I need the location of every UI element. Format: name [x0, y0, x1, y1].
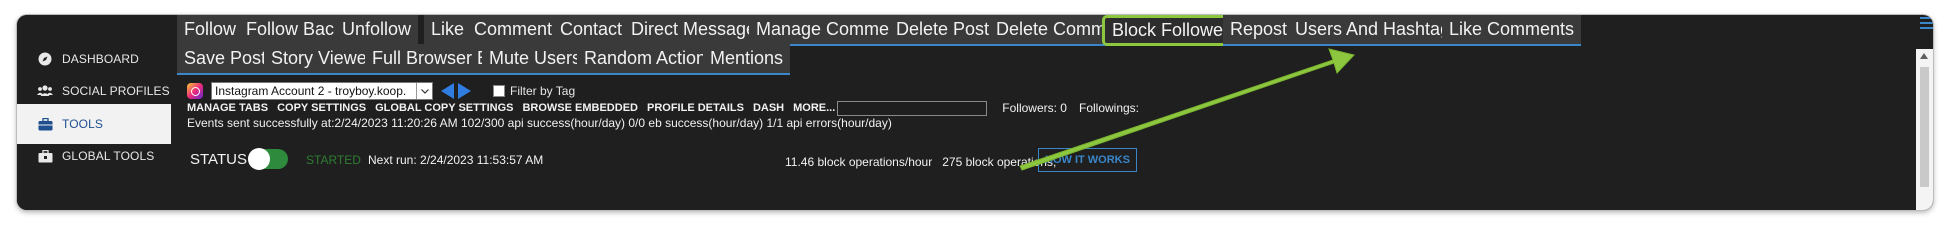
sidebar: DASHBOARD SOCIAL PROFILES TOOLS GLOBAL T… — [17, 15, 171, 210]
tab-comment[interactable]: Comment — [467, 15, 560, 46]
browse-embedded-link[interactable]: BROWSE EMBEDDED — [522, 102, 638, 114]
filter-by-tag-checkbox[interactable] — [493, 85, 505, 97]
tab-mute-users[interactable]: Mute Users — [482, 44, 589, 75]
scroll-up-icon[interactable] — [1920, 53, 1928, 59]
profile-details-link[interactable]: PROFILE DETAILS — [647, 102, 744, 114]
account-select-value: Instagram Account 2 - troyboy.koop. — [215, 84, 407, 98]
tab-delete-posts[interactable]: Delete Posts — [889, 15, 1006, 46]
compass-icon — [37, 51, 53, 67]
dash-link[interactable]: DASH — [753, 102, 784, 114]
copy-settings-link[interactable]: COPY SETTINGS — [277, 102, 366, 114]
previous-account-icon[interactable] — [441, 83, 454, 99]
status-toggle[interactable] — [248, 148, 288, 170]
users-icon — [37, 83, 53, 99]
followers-count: Followers: 0 — [1002, 101, 1067, 115]
followings-count: Followings: — [1078, 101, 1140, 115]
app-window: DASHBOARD SOCIAL PROFILES TOOLS GLOBAL T… — [17, 15, 1933, 210]
vertical-scrollbar[interactable] — [1916, 49, 1933, 210]
search-input[interactable] — [837, 100, 988, 116]
tab-random-actions[interactable]: Random Actions — [577, 44, 723, 75]
status-row: STATUS STARTED Next run: 2/24/2023 11:53… — [190, 145, 1933, 173]
next-run-text: Next run: 2/24/2023 11:53:57 AM — [368, 153, 544, 167]
tab-repost[interactable]: Repost — [1223, 15, 1295, 46]
tab-like[interactable]: Like — [424, 15, 472, 46]
sidebar-item-label: DASHBOARD — [62, 52, 139, 66]
tool-panel: Instagram Account 2 - troyboy.koop. Filt… — [177, 78, 1933, 210]
sidebar-item-global-tools[interactable]: GLOBAL TOOLS — [17, 136, 171, 176]
tab-unfollow[interactable]: Unfollow — [335, 15, 419, 46]
status-state: STARTED — [306, 153, 361, 167]
manage-tabs-link[interactable]: MANAGE TABS — [187, 102, 268, 114]
tab-story-viewer[interactable]: Story Viewer — [264, 44, 380, 75]
chevron-down-icon — [416, 83, 432, 99]
more-link[interactable]: MORE... — [793, 102, 835, 114]
account-row: Instagram Account 2 - troyboy.koop. Filt… — [187, 82, 575, 100]
status-label: STATUS — [190, 151, 247, 168]
filter-by-tag-label: Filter by Tag — [510, 84, 576, 98]
global-copy-settings-link[interactable]: GLOBAL COPY SETTINGS — [375, 102, 513, 114]
ops-rate: 11.46 block operations/hour 275 block op… — [785, 155, 1057, 169]
instagram-icon — [187, 83, 203, 99]
tab-like-comments[interactable]: Like Comments — [1442, 15, 1582, 46]
menu-icon[interactable] — [1920, 17, 1933, 31]
sidebar-item-label: SOCIAL PROFILES — [62, 84, 170, 98]
scroll-thumb[interactable] — [1920, 67, 1929, 187]
tab-follow[interactable]: Follow — [177, 15, 244, 46]
next-account-icon[interactable] — [458, 83, 471, 99]
briefcase-icon — [37, 116, 53, 132]
account-select[interactable]: Instagram Account 2 - troyboy.koop. — [211, 82, 433, 100]
tab-users-and-hashtags[interactable]: Users And Hashtags — [1288, 15, 1467, 46]
tab-mentions[interactable]: Mentions — [703, 44, 791, 75]
events-status-text: Events sent successfully at:2/24/2023 11… — [187, 116, 892, 130]
sidebar-item-label: GLOBAL TOOLS — [62, 149, 155, 163]
tab-follow-back[interactable]: Follow Back — [239, 15, 351, 46]
toolbox-icon — [37, 148, 53, 164]
links-row: MANAGE TABS COPY SETTINGS GLOBAL COPY SE… — [187, 100, 1139, 116]
tab-contact[interactable]: Contact — [553, 15, 630, 46]
how-it-works-button[interactable]: HOW IT WORKS — [1038, 148, 1137, 172]
sidebar-item-label: TOOLS — [62, 117, 103, 131]
